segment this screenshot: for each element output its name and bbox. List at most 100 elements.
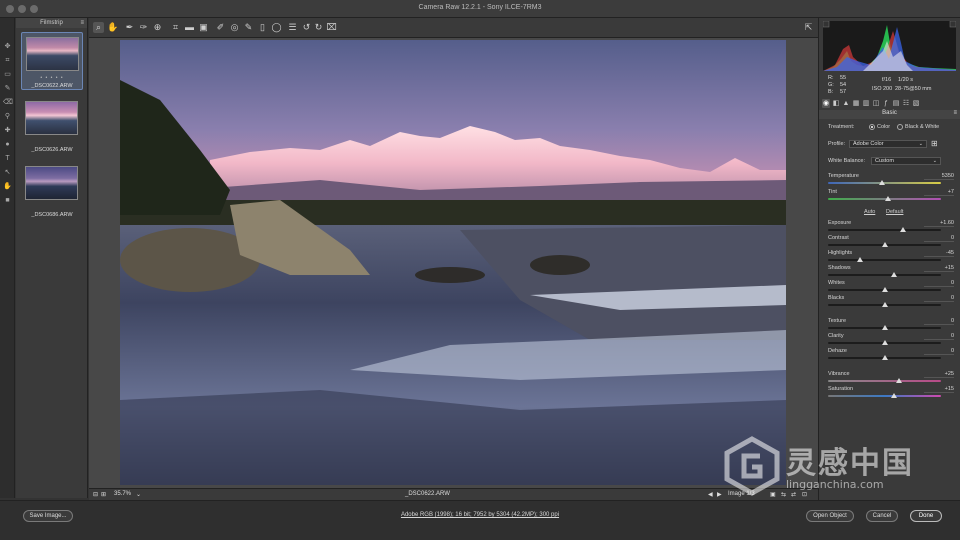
slider-clarity[interactable] [828,340,941,345]
image-canvas[interactable] [89,38,818,488]
previous-image-icon[interactable]: ◀ [708,491,713,498]
stamp-icon[interactable]: ⚲ [3,112,12,121]
zoom-icon[interactable]: ⌕ [93,22,104,33]
slider-thumb[interactable] [890,272,897,277]
slider-value-dehaze[interactable]: 0 [924,348,954,355]
radial-filter-icon[interactable]: ◯ [271,22,282,33]
open-object-button[interactable]: Open Object [806,510,854,522]
tone-curve-tab-icon[interactable]: ◧ [832,99,840,108]
slider-value-texture[interactable]: 0 [924,318,954,325]
slider-value-vibrance[interactable]: +25 [924,371,954,378]
treatment-color-radio[interactable] [869,124,875,130]
slider-value-contrast[interactable]: 0 [924,235,954,242]
selection-icon[interactable]: ▭ [3,70,12,79]
basic-tab-icon[interactable]: ◉ [822,99,830,108]
fullscreen-icon[interactable]: ⇱ [803,22,814,33]
slider-value-blacks[interactable]: 0 [924,295,954,302]
slider-thumb[interactable] [879,180,886,185]
cancel-button[interactable]: Cancel [866,510,898,522]
slider-saturation[interactable] [828,393,941,398]
slider-dehaze[interactable] [828,355,941,360]
default-button[interactable]: Default [886,209,903,215]
trash-icon[interactable]: ⌧ [326,22,337,33]
slider-value-whites[interactable]: 0 [924,280,954,287]
slider-value-tint[interactable]: +7 [924,189,954,196]
snapshots-tab-icon[interactable]: ▧ [912,99,920,108]
calibration-tab-icon[interactable]: ▤ [892,99,900,108]
rotate-right-icon[interactable]: ↻ [313,22,324,33]
slider-whites[interactable] [828,287,941,292]
white-balance-icon[interactable]: ✒ [124,22,135,33]
slider-tint[interactable] [828,196,941,201]
profile-browser-icon[interactable]: ⊞ [931,139,938,148]
adjustment-brush-icon[interactable]: ✎ [243,22,254,33]
slider-exposure[interactable] [828,227,941,232]
auto-button[interactable]: Auto [864,209,875,215]
hand-tool-icon[interactable]: ✋ [3,182,12,191]
zoom-in-icon[interactable]: ⊞ [101,491,106,498]
path-icon[interactable]: ↖ [3,168,12,177]
slider-thumb[interactable] [884,196,891,201]
type-icon[interactable]: T [3,154,12,163]
transform-icon[interactable]: ▣ [198,22,209,33]
split-toning-tab-icon[interactable]: ▥ [862,99,870,108]
straighten-icon[interactable]: ▬ [184,22,195,33]
lens-tab-icon[interactable]: ◫ [872,99,880,108]
slider-thumb[interactable] [881,287,888,292]
slider-thumb[interactable] [881,340,888,345]
zoom-level[interactable]: 35.7% [114,491,131,497]
graduated-filter-icon[interactable]: ▯ [257,22,268,33]
rotate-left-icon[interactable]: ↺ [301,22,312,33]
zoom-out-icon[interactable]: ⊟ [93,491,98,498]
slider-value-saturation[interactable]: +15 [924,386,954,393]
slider-blacks[interactable] [828,302,941,307]
filmstrip-item[interactable]: • • • • • _DSC0622.ARW [21,32,83,90]
slider-thumb[interactable] [896,378,903,383]
slider-value-exposure[interactable]: +1.60 [924,220,954,227]
slider-vibrance[interactable] [828,378,941,383]
filmstrip-item[interactable]: _DSC0686.ARW [21,162,83,220]
slider-value-clarity[interactable]: 0 [924,333,954,340]
treatment-bw-radio[interactable] [897,124,903,130]
slider-thumb[interactable] [881,242,888,247]
target-adjust-icon[interactable]: ⊕ [152,22,163,33]
treatment-color-label[interactable]: Color [877,124,890,130]
slider-thumb[interactable] [899,227,906,232]
crop-tool-icon[interactable]: ⌗ [3,56,12,65]
color-sampler-icon[interactable]: ✑ [138,22,149,33]
move-icon[interactable]: ✥ [3,42,12,51]
fx-tab-icon[interactable]: ƒ [882,99,890,108]
slider-value-shadows[interactable]: +15 [924,265,954,272]
next-image-icon[interactable]: ▶ [717,491,722,498]
slider-temperature[interactable] [828,180,941,185]
slider-value-temperature[interactable]: 5350 [924,173,954,180]
color-swatch-icon[interactable]: ■ [3,196,12,205]
hand-icon[interactable]: ✋ [107,22,118,33]
slider-thumb[interactable] [881,302,888,307]
slider-highlights[interactable] [828,257,941,262]
filmstrip-menu-icon[interactable]: ≡ [80,18,84,28]
slider-contrast[interactable] [828,242,941,247]
preferences-icon[interactable]: ☰ [287,22,298,33]
preview-image[interactable] [120,40,786,485]
slider-thumb[interactable] [881,355,888,360]
slider-value-highlights[interactable]: -45 [924,250,954,257]
treatment-bw-label[interactable]: Black & White [905,124,939,130]
done-button[interactable]: Done [910,510,942,522]
white-balance-select[interactable]: Custom ⌄ [871,157,941,165]
slider-thumb[interactable] [881,325,888,330]
hsl-tab-icon[interactable]: ▦ [852,99,860,108]
spot-removal-icon[interactable]: ✐ [215,22,226,33]
healing-icon[interactable]: ✚ [3,126,12,135]
slider-thumb[interactable] [890,393,897,398]
presets-tab-icon[interactable]: ☷ [902,99,910,108]
detail-tab-icon[interactable]: ▲ [842,99,850,108]
eraser-icon[interactable]: ⌫ [3,98,13,107]
dodge-icon[interactable]: ● [3,140,12,149]
slider-texture[interactable] [828,325,941,330]
filmstrip-item[interactable]: _DSC0626.ARW [21,97,83,155]
slider-shadows[interactable] [828,272,941,277]
star-rating[interactable]: • • • • • [22,75,82,81]
brush-icon[interactable]: ✎ [3,84,12,93]
profile-select[interactable]: Adobe Color ⌄ [849,140,927,148]
